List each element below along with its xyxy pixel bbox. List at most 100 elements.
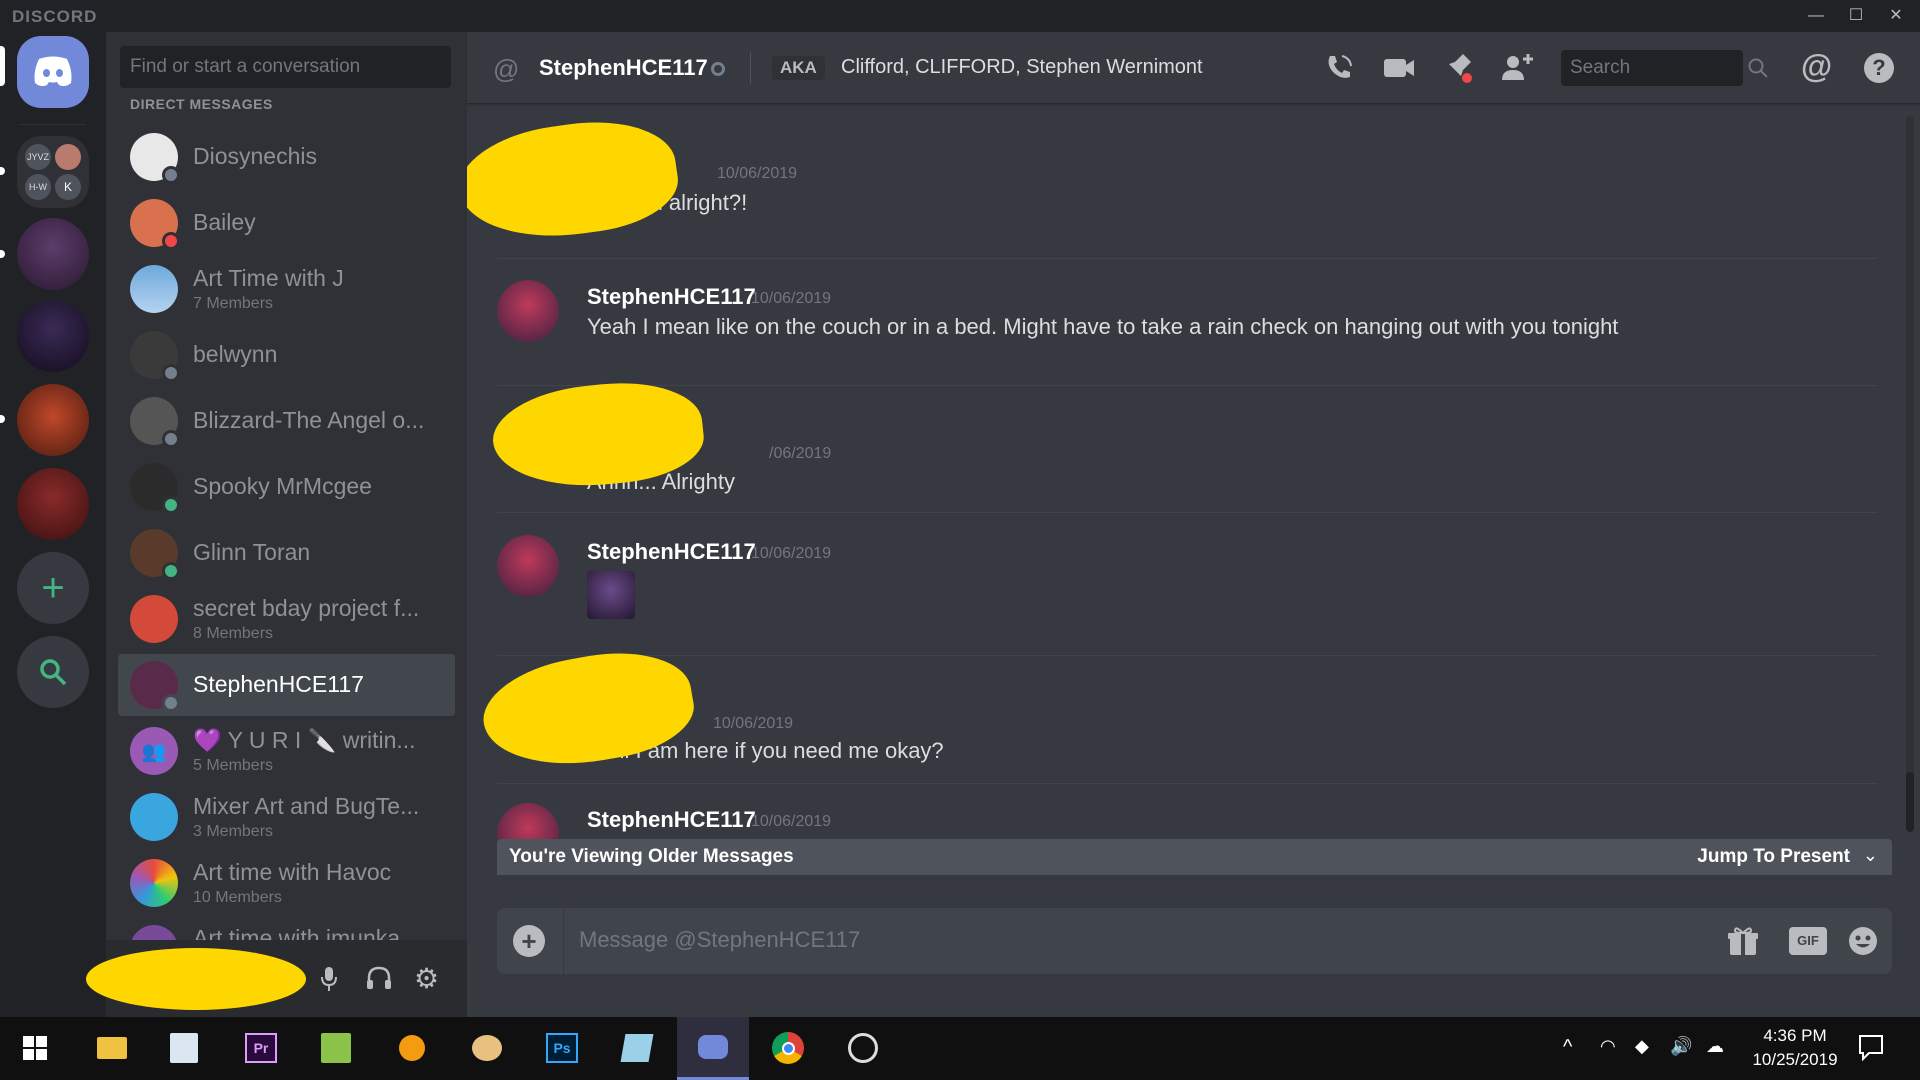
message: 10/06/2019 Are you alright?!: [497, 125, 1877, 225]
server-rail: JYVZ H-W K +: [0, 32, 106, 1017]
obs-icon[interactable]: [840, 1025, 886, 1071]
chevron-up-icon[interactable]: ^: [1563, 1036, 1572, 1059]
paint-icon[interactable]: [464, 1025, 510, 1071]
dm-item[interactable]: Spooky MrMcgee: [118, 456, 455, 518]
message-input[interactable]: Message @StephenHCE117: [579, 927, 860, 953]
server-icon[interactable]: [17, 468, 89, 540]
older-messages-bar[interactable]: You're Viewing Older Messages Jump To Pr…: [497, 839, 1892, 875]
voice-call-icon[interactable]: [1321, 50, 1357, 86]
aka-tag: AKA: [772, 56, 825, 80]
headphones-icon[interactable]: [366, 966, 392, 990]
message: StephenHCE117 10/06/2019: [497, 535, 1877, 645]
microphone-icon[interactable]: [320, 966, 338, 992]
volume-icon[interactable]: 🔊: [1670, 1036, 1692, 1057]
system-clock[interactable]: 4:36 PM 10/25/2019: [1740, 1026, 1850, 1070]
add-server-button[interactable]: +: [17, 552, 89, 624]
chat-username: StephenHCE117: [539, 55, 708, 80]
add-friend-icon[interactable]: [1499, 50, 1535, 86]
photoshop-icon[interactable]: Ps: [539, 1025, 585, 1071]
message-text: Yeah I mean like on the couch or in a be…: [587, 314, 1619, 339]
dm-item[interactable]: Bailey: [118, 192, 455, 254]
premiere-pro-icon[interactable]: Pr: [238, 1025, 284, 1071]
user-panel: ⚙: [86, 940, 467, 1017]
group-icon: 👥: [141, 740, 167, 763]
server-icon[interactable]: [17, 218, 89, 290]
dm-item[interactable]: Diosynechis: [118, 126, 455, 188]
server-icon[interactable]: [17, 384, 89, 456]
gift-icon[interactable]: [1727, 925, 1759, 957]
minimize-button[interactable]: —: [1796, 4, 1836, 28]
server-folder[interactable]: JYVZ H-W K: [17, 136, 89, 208]
file-explorer-icon[interactable]: [89, 1025, 135, 1071]
find-conversation-input[interactable]: Find or start a conversation: [120, 46, 451, 88]
chrome-icon[interactable]: [765, 1025, 811, 1071]
dm-name: secret bday project f...: [193, 595, 420, 621]
member-count: 5 Members: [193, 757, 274, 774]
gif-button[interactable]: GIF: [1789, 927, 1827, 955]
gear-icon[interactable]: ⚙: [414, 962, 439, 995]
dm-item[interactable]: Blizzard-The Angel o...: [118, 390, 455, 452]
message: StephenHCE117 10/06/2019 Yeah I mean lik…: [497, 280, 1877, 370]
app-icon[interactable]: [614, 1025, 660, 1071]
dm-name: Blizzard-The Angel o...: [193, 407, 425, 433]
windows-start-icon[interactable]: [12, 1025, 58, 1071]
dm-name: Mixer Art and BugTe...: [193, 793, 420, 819]
dm-name: Art Time with J: [193, 265, 344, 291]
app-icon[interactable]: [161, 1025, 207, 1071]
title-bar: DISCORD — ☐ ✕: [0, 0, 1920, 32]
composer-divider: [563, 908, 564, 974]
upload-plus-icon[interactable]: +: [513, 925, 545, 957]
wifi-icon[interactable]: ◠: [1600, 1036, 1616, 1057]
emoji-icon[interactable]: [1847, 925, 1879, 957]
cloud-icon[interactable]: ☁: [1706, 1036, 1724, 1057]
message: /06/2019 Ahhh... Alrighty: [497, 405, 1877, 495]
scrollbar-thumb[interactable]: [1906, 772, 1914, 832]
message-timestamp: 10/06/2019: [713, 715, 794, 732]
avatar: [130, 793, 178, 841]
avatar: [130, 265, 178, 313]
status-offline: [711, 62, 725, 76]
dm-item-active[interactable]: StephenHCE117: [118, 654, 455, 716]
dm-item[interactable]: Mixer Art and BugTe... 3 Members: [118, 786, 455, 848]
pin-icon[interactable]: [1439, 50, 1475, 86]
app-icon[interactable]: [389, 1025, 435, 1071]
maximize-button[interactable]: ☐: [1836, 4, 1876, 28]
dm-item[interactable]: Art Time with J 7 Members: [118, 258, 455, 320]
close-button[interactable]: ✕: [1876, 4, 1916, 28]
home-button[interactable]: [17, 36, 89, 108]
avatar: [497, 535, 559, 597]
notifications-icon[interactable]: [1857, 1033, 1885, 1061]
status-online: [162, 562, 180, 580]
member-count: 3 Members: [193, 823, 274, 840]
at-icon: @: [493, 54, 520, 84]
app-brand: DISCORD: [12, 7, 98, 26]
discord-taskbar-icon[interactable]: [677, 1017, 749, 1080]
video-call-icon[interactable]: [1381, 50, 1417, 86]
message-composer: + Message @StephenHCE117 GIF: [497, 908, 1892, 974]
mentions-icon[interactable]: @: [1801, 48, 1832, 85]
scrollbar-track[interactable]: [1906, 116, 1914, 816]
search-input[interactable]: Search: [1561, 50, 1743, 86]
dm-item[interactable]: Art time with imunka: [118, 918, 455, 940]
status-offline: [162, 166, 180, 184]
message-author[interactable]: StephenHCE117: [587, 539, 756, 565]
dm-item[interactable]: secret bday project f... 8 Members: [118, 588, 455, 650]
server-icon[interactable]: [17, 300, 89, 372]
message-author[interactable]: StephenHCE117: [587, 284, 756, 310]
explore-servers-button[interactable]: [17, 636, 89, 708]
dropbox-icon[interactable]: ◆: [1635, 1036, 1649, 1057]
dm-item[interactable]: Glinn Toran: [118, 522, 455, 584]
help-icon[interactable]: ?: [1864, 53, 1894, 83]
windows-taskbar: Pr Ps ^ ◠ ◆ 🔊 ☁ 4:36 PM 10/25/2019: [0, 1017, 1920, 1080]
message: 10/06/2019 Well I am here if you need me…: [497, 675, 1877, 775]
app-icon[interactable]: [313, 1025, 359, 1071]
avatar: [130, 925, 178, 940]
status-offline: [162, 430, 180, 448]
dm-item[interactable]: 👥 💜 Y U R I 🔪 writin... 5 Members: [118, 720, 455, 782]
jump-to-present-button[interactable]: Jump To Present: [1697, 846, 1850, 868]
chevron-down-icon: ⌄: [1862, 845, 1878, 865]
dm-item[interactable]: Art time with Havoc 10 Members: [118, 852, 455, 914]
dm-name: belwynn: [193, 341, 278, 367]
dm-item[interactable]: belwynn: [118, 324, 455, 386]
message-author[interactable]: StephenHCE117: [587, 807, 756, 833]
